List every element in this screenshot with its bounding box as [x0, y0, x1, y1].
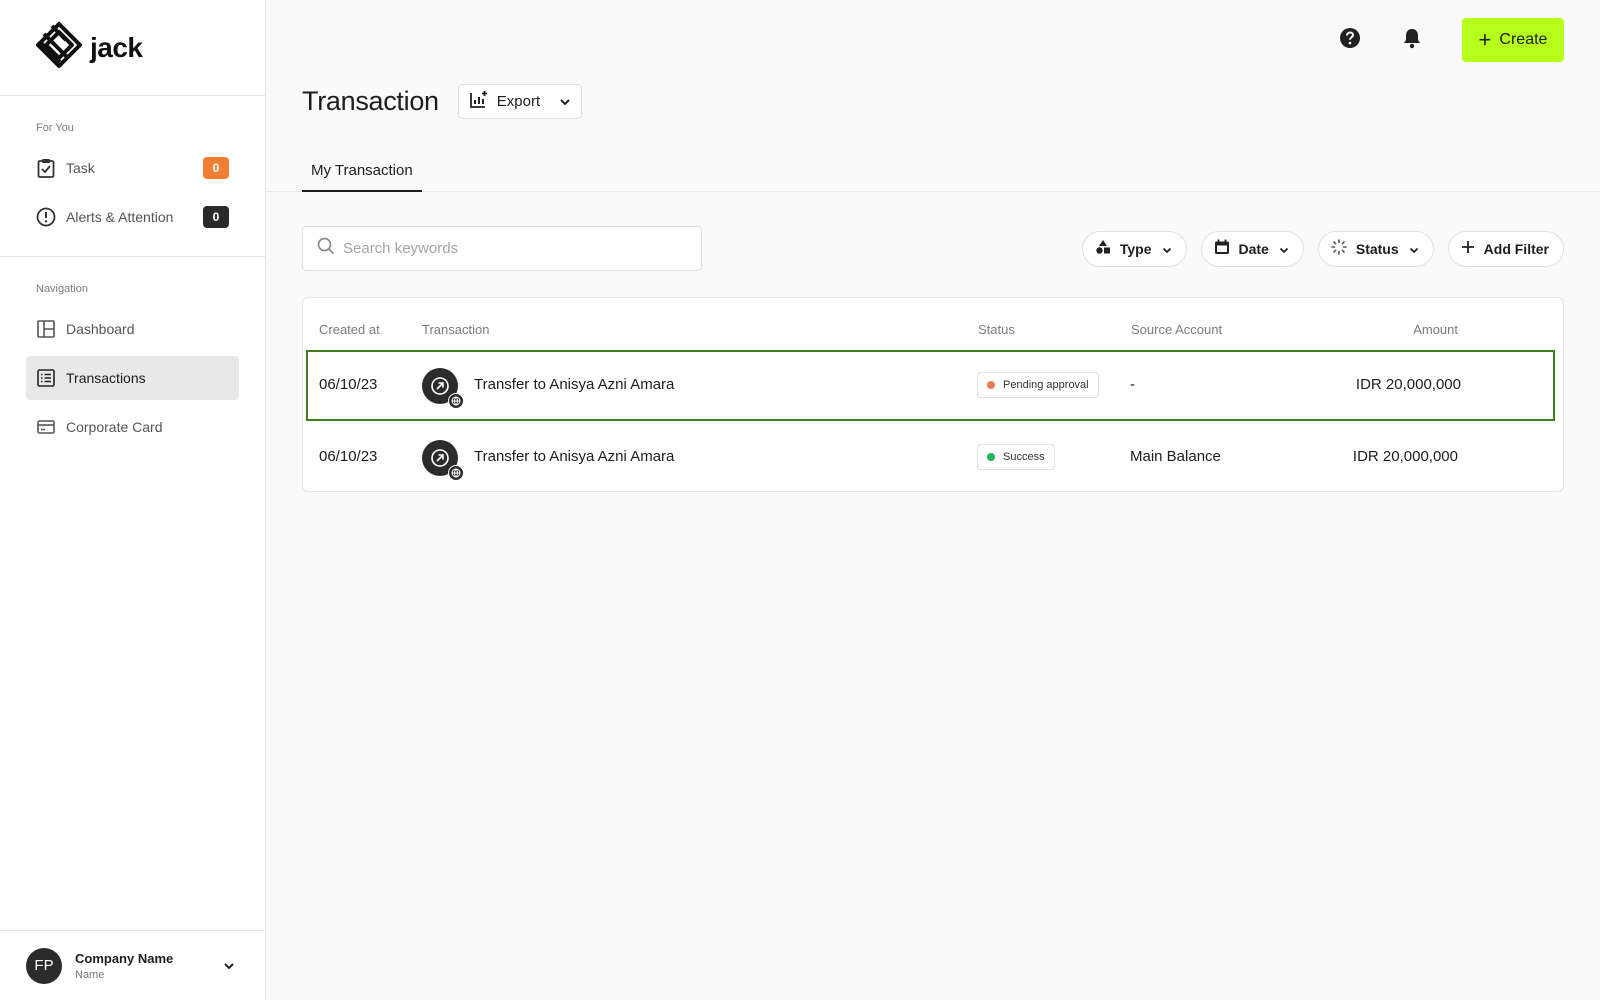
column-header-status[interactable]: Status — [978, 322, 1015, 337]
sidebar-item-dashboard[interactable]: Dashboard — [26, 307, 239, 351]
status-label: Pending approval — [1003, 379, 1089, 391]
cell-created-at: 06/10/23 — [319, 448, 378, 465]
navigation-section: Navigation Dashboard Transactions Corpor… — [0, 257, 265, 466]
cell-transaction: Transfer to Anisya Azni Amara — [474, 376, 675, 393]
cell-transaction: Transfer to Anisya Azni Amara — [474, 448, 675, 465]
cell-created-at: 06/10/23 — [319, 376, 378, 393]
main-content: + Create Transaction Export My Transacti… — [266, 0, 1600, 1000]
app-root: jack For You Task 0 Alerts & Attention 0… — [0, 0, 1600, 1000]
list-icon — [36, 368, 56, 388]
brand-name: jack — [90, 31, 143, 63]
column-header-created-at[interactable]: Created at — [319, 322, 380, 337]
company-name: Company Name — [75, 950, 174, 966]
credit-card-icon — [36, 417, 56, 437]
for-you-section: For You Task 0 Alerts & Attention 0 — [0, 96, 265, 257]
logo[interactable]: jack — [0, 0, 265, 96]
clipboard-check-icon — [36, 158, 56, 178]
chevron-down-icon — [1409, 241, 1419, 257]
sidebar-item-label: Dashboard — [66, 321, 135, 337]
help-button[interactable] — [1330, 20, 1370, 60]
plus-icon: + — [1478, 27, 1492, 52]
filter-date-button[interactable]: Date — [1200, 230, 1304, 267]
create-button[interactable]: + Create — [1462, 18, 1564, 62]
sidebar: jack For You Task 0 Alerts & Attention 0… — [0, 0, 266, 1000]
column-header-transaction[interactable]: Transaction — [422, 322, 489, 337]
tab-bar: My Transaction — [266, 150, 1600, 192]
shapes-icon — [1095, 239, 1111, 258]
sidebar-item-label: Task — [66, 160, 95, 176]
topbar: + Create — [266, 0, 1600, 80]
add-filter-button[interactable]: Add Filter — [1447, 230, 1564, 267]
chevron-down-icon — [559, 93, 571, 110]
chevron-down-icon[interactable] — [223, 962, 235, 970]
chevron-down-icon — [1279, 241, 1289, 257]
alerts-count-badge: 0 — [203, 206, 229, 228]
status-dot — [987, 381, 995, 389]
search-box — [302, 226, 702, 271]
table-row[interactable]: 06/10/23 Transfer to Anisya Azni Amara P… — [306, 350, 1555, 421]
column-header-amount[interactable]: Amount — [1413, 322, 1458, 337]
export-button-label: Export — [496, 92, 541, 110]
bell-icon — [1402, 27, 1422, 54]
filter-label: Status — [1355, 240, 1399, 257]
task-count-badge: 0 — [203, 157, 229, 179]
cell-amount: IDR 20,000,000 — [1355, 376, 1461, 393]
create-button-label: Create — [1499, 31, 1548, 48]
sidebar-item-label: Corporate Card — [66, 419, 163, 435]
sidebar-item-transactions[interactable]: Transactions — [26, 356, 239, 400]
alert-circle-icon — [36, 207, 56, 227]
table-header: Created at Transaction Status Source Acc… — [303, 298, 1563, 350]
filter-label: Type — [1119, 240, 1152, 257]
globe-icon — [448, 393, 464, 409]
layout-icon — [36, 319, 56, 339]
filter-toolbar: Type Date — [266, 226, 1600, 271]
filter-status-button[interactable]: Status — [1317, 230, 1434, 267]
sidebar-item-label: Transactions — [66, 370, 146, 386]
filter-type-button[interactable]: Type — [1081, 230, 1187, 267]
chevron-down-icon — [1162, 241, 1172, 257]
user-name: Name — [75, 968, 105, 981]
status-label: Success — [1003, 451, 1045, 463]
navigation-label: Navigation — [36, 283, 88, 295]
cell-source-account: - — [1130, 376, 1135, 393]
globe-icon — [448, 465, 464, 481]
cell-source-account: Main Balance — [1130, 448, 1221, 465]
account-switcher[interactable]: FP Company Name Name — [0, 930, 265, 1000]
calendar-icon — [1214, 239, 1230, 258]
avatar: FP — [26, 947, 62, 984]
page-title: Transaction — [302, 85, 439, 116]
tab-my-transaction[interactable]: My Transaction — [302, 150, 422, 192]
filter-group: Type Date Status Add Filter — [1068, 230, 1564, 267]
search-icon — [317, 237, 335, 260]
jack-logo-icon — [34, 20, 84, 75]
sidebar-item-task[interactable]: Task 0 — [26, 146, 239, 190]
search-input[interactable] — [343, 240, 701, 257]
transactions-table: Created at Transaction Status Source Acc… — [302, 297, 1564, 492]
status-badge: Success — [977, 444, 1055, 470]
notifications-button[interactable] — [1392, 20, 1432, 60]
column-header-source-account[interactable]: Source Account — [1131, 322, 1222, 337]
add-filter-label: Add Filter — [1483, 240, 1549, 257]
plus-icon — [1461, 240, 1475, 257]
account-info: Company Name Name — [75, 951, 223, 981]
filter-label: Date — [1238, 240, 1269, 257]
chart-export-icon — [469, 89, 489, 113]
for-you-label: For You — [36, 122, 74, 134]
status-dot — [987, 453, 995, 461]
help-icon — [1339, 27, 1361, 54]
sidebar-item-corporate-card[interactable]: Corporate Card — [26, 405, 239, 449]
table-row[interactable]: 06/10/23 Transfer to Anisya Azni Amara S… — [303, 421, 1563, 492]
sidebar-item-label: Alerts & Attention — [66, 209, 174, 225]
status-badge: Pending approval — [977, 372, 1099, 398]
export-button[interactable]: Export — [457, 83, 582, 119]
page-header: Transaction Export — [266, 74, 1600, 128]
cell-amount: IDR 20,000,000 — [1352, 448, 1458, 465]
loader-icon — [1331, 239, 1347, 258]
sidebar-item-alerts[interactable]: Alerts & Attention 0 — [26, 195, 239, 239]
